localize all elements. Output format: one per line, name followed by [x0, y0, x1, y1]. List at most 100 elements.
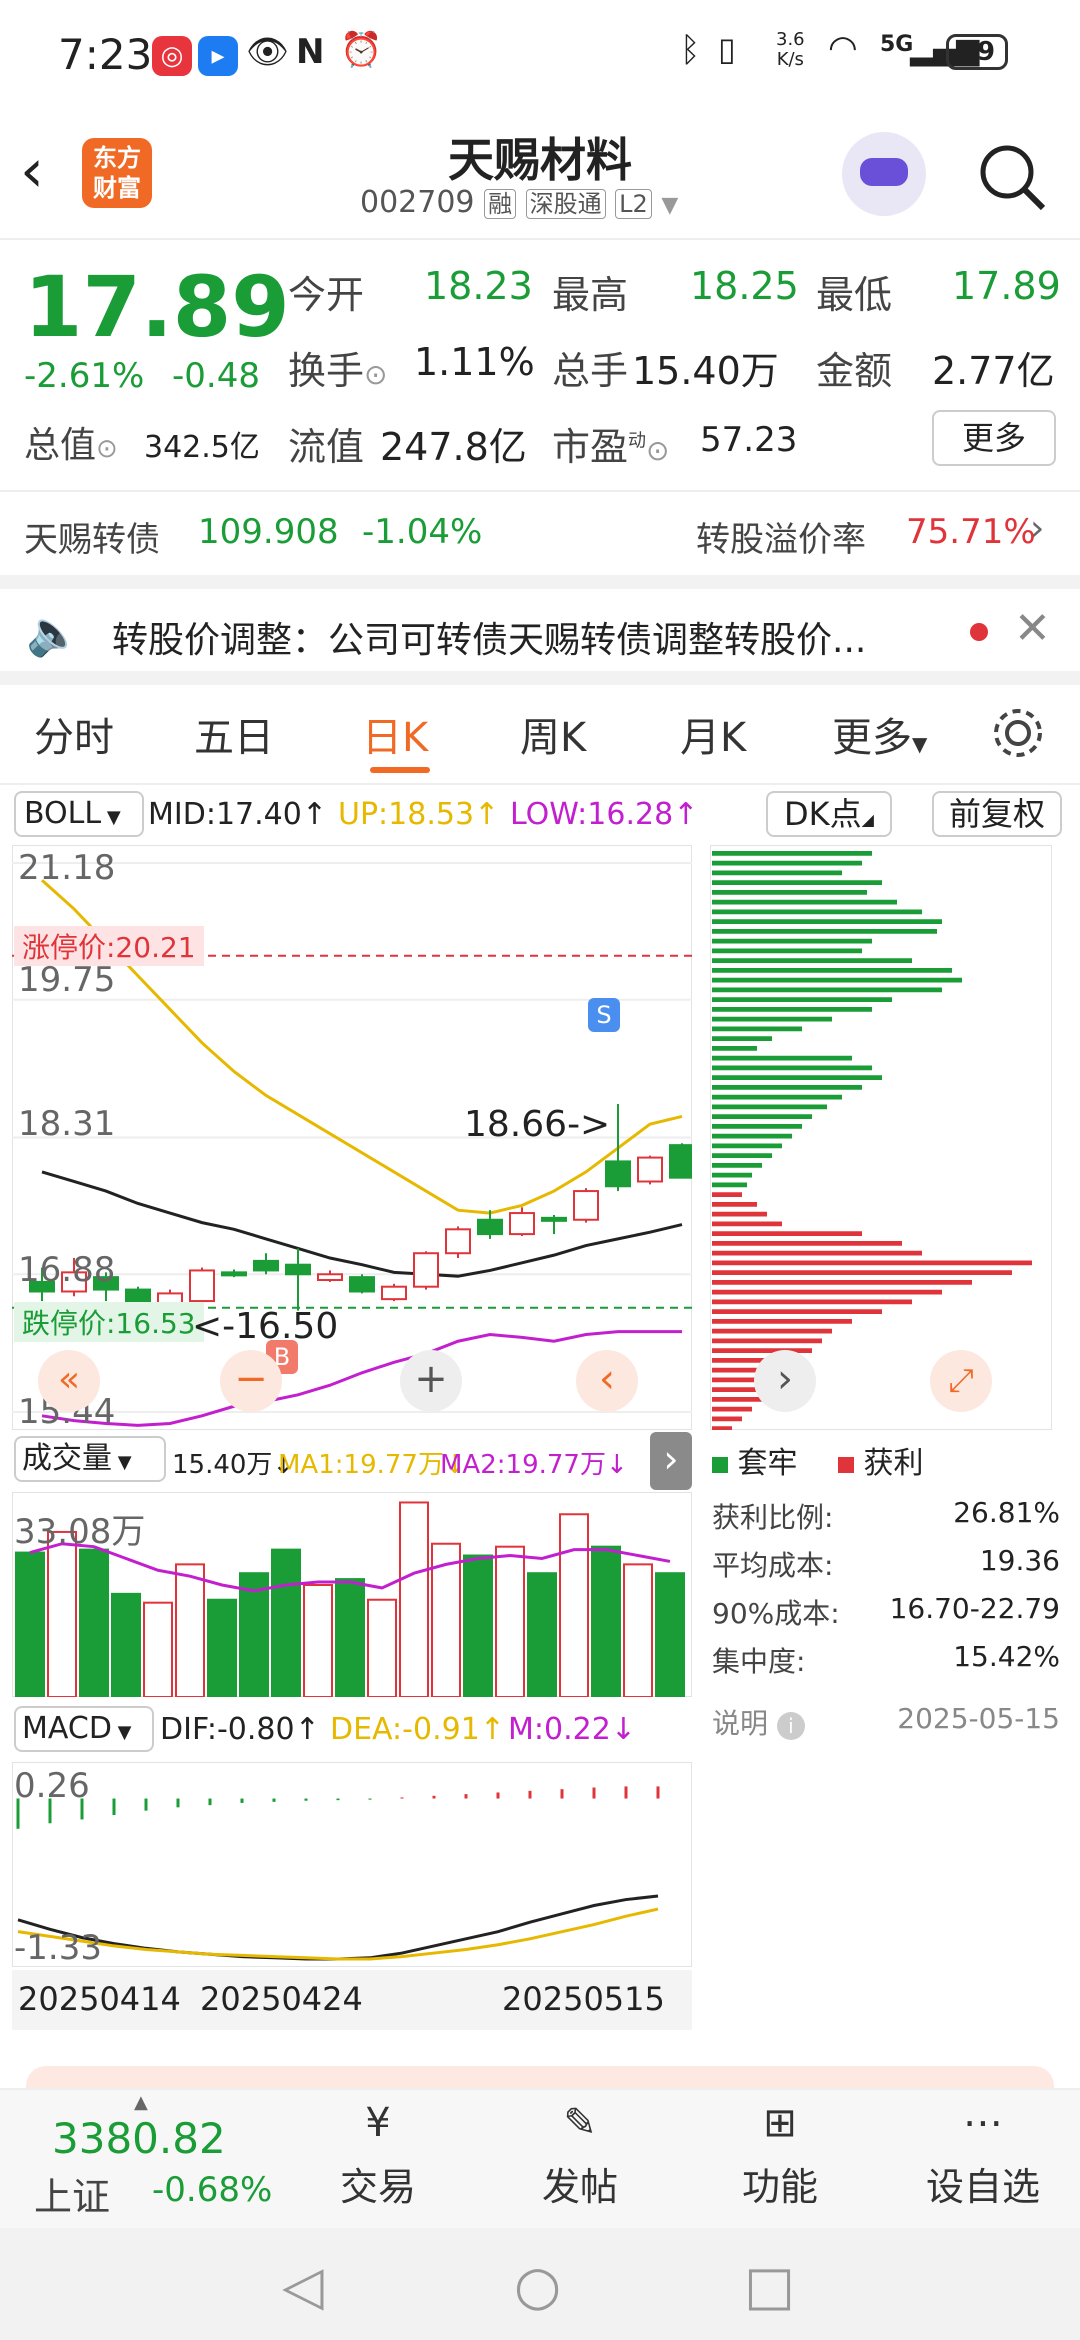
tab-monthly-k[interactable]: 月K [680, 705, 746, 763]
more-button[interactable]: 更多 [932, 410, 1056, 466]
chevron-right-icon: › [1030, 508, 1045, 549]
chip-bar [712, 1143, 782, 1149]
scroll-start-icon[interactable]: « [38, 1350, 100, 1412]
chip-bar [712, 1075, 882, 1080]
chip-bar [712, 1397, 762, 1402]
adjust-button[interactable]: 前复权 [932, 791, 1062, 837]
macd-m: M:0.22↓ [508, 1712, 636, 1747]
robot-assistant-icon[interactable] [842, 132, 926, 216]
chip-legend: 套牢 获利 [710, 1438, 1070, 1498]
function-button[interactable]: ⊞ 功能 [720, 2100, 840, 2224]
unread-dot [970, 623, 988, 641]
close-icon[interactable]: ✕ [1014, 603, 1051, 654]
chip-bar [712, 1016, 832, 1022]
premium-value: 75.71% [906, 512, 1036, 552]
legend-profit: 获利 [838, 1438, 924, 1482]
chevron-down-icon[interactable]: ▼ [661, 193, 678, 218]
chip-bar [712, 1007, 872, 1012]
chip-date: 2025-05-15 [897, 1702, 1060, 1735]
stat-label: 90%成本: [712, 1597, 840, 1630]
chip-bar [712, 1163, 762, 1168]
max-price-label: 18.66-> [464, 1104, 611, 1145]
tab-five-day[interactable]: 五日 [194, 705, 274, 763]
chip-bar [712, 1309, 882, 1314]
change-amount: -0.48 [172, 356, 260, 396]
chip-bar [712, 1241, 902, 1246]
brand-logo[interactable]: 东方财富 [82, 138, 152, 208]
chip-bar [712, 1406, 752, 1412]
trade-icon: ¥ [365, 2100, 391, 2146]
index-change[interactable]: -0.68% [152, 2170, 272, 2210]
zoom-out-icon[interactable]: − [220, 1350, 282, 1412]
volume-bar [271, 1548, 301, 1697]
tab-more[interactable]: 更多▼ [832, 705, 927, 763]
nav-recents-icon[interactable]: □ [744, 2254, 795, 2317]
zoom-in-icon[interactable]: + [400, 1350, 462, 1412]
stock-code: 002709 [360, 185, 475, 220]
last-price: 17.89 [24, 258, 290, 356]
y-axis-top: 21.18 [18, 848, 116, 888]
dk-point-button[interactable]: DK点◢ [766, 791, 892, 837]
notice-bar[interactable]: 🔈 转股价调整：公司可转债天赐转债调整转股价... ✕ [0, 575, 1080, 685]
index-value[interactable]: 3380.82 [52, 2114, 226, 2163]
chip-bar [712, 1328, 832, 1334]
search-icon[interactable] [975, 140, 1049, 214]
expand-panel-icon[interactable]: › [650, 1432, 692, 1490]
chip-bar [712, 1046, 757, 1051]
volume-indicator-bar: 成交量 ▼ 15.40万↓ MA1:19.77万↓ MA2:19.77万↓ [0, 1430, 700, 1490]
chip-bar [712, 1172, 752, 1178]
chip-bar [712, 1416, 742, 1422]
chip-bar [712, 1192, 742, 1197]
chip-stats: 获利比例: 26.81% 平均成本: 19.36 90%成本: 16.70-22… [710, 1496, 1060, 1696]
candle-body [637, 1156, 663, 1183]
volume-select[interactable]: 成交量 ▼ [14, 1436, 166, 1482]
candle-body [669, 1144, 692, 1179]
chip-bar [712, 968, 952, 973]
tab-weekly-k[interactable]: 周K [520, 705, 586, 763]
trade-button[interactable]: ¥ 交易 [318, 2100, 438, 2224]
boll-mid-line [41, 1170, 683, 1278]
date-label: 20250424 [200, 1980, 363, 2018]
mcap-value: 342.5亿 [144, 430, 260, 465]
quote-panel: 17.89 -2.61% -0.48 总值⊙ 342.5亿 今开 18.23 最… [0, 240, 1080, 490]
candle-body [285, 1263, 311, 1276]
chip-bar [712, 1026, 802, 1032]
volume-bar [175, 1563, 205, 1697]
back-icon[interactable]: ‹ [20, 136, 44, 206]
macd-dea: DEA:-0.91↑ [330, 1712, 505, 1747]
post-label: 发帖 [541, 2165, 618, 2209]
index-name[interactable]: 上证 [34, 2166, 110, 2221]
date-axis: 20250414 20250424 20250515 [12, 1970, 692, 2030]
info-icon: ⊙ [646, 434, 670, 467]
chip-bar [712, 919, 942, 924]
tab-intraday[interactable]: 分时 [34, 705, 114, 763]
macd-chart[interactable] [12, 1762, 692, 1967]
convertible-bond-row[interactable]: 天赐转债 109.908 -1.04% 转股溢价率 75.71% › [0, 490, 1080, 580]
help-link[interactable]: 说明 i [712, 1702, 805, 1742]
macd-select[interactable]: MACD ▼ [14, 1706, 154, 1752]
nav-back-icon[interactable]: ◁ [282, 2254, 324, 2317]
sell-marker[interactable]: S [588, 998, 620, 1032]
nav-home-icon[interactable]: ○ [514, 2254, 561, 2317]
chevron-up-icon[interactable]: ▲ [134, 2092, 148, 2113]
scroll-left-icon[interactable]: ‹ [576, 1350, 638, 1412]
expand-icon[interactable]: ⤢ [930, 1350, 992, 1412]
tab-daily-k[interactable]: 日K [362, 705, 428, 763]
candle-body [317, 1273, 343, 1282]
bond-change: -1.04% [362, 512, 483, 552]
promo-banner[interactable] [26, 2066, 1054, 2090]
volume-label: 总手 [552, 349, 629, 393]
min-price-label: <-16.50 [192, 1306, 339, 1347]
post-button[interactable]: ✎ 发帖 [520, 2100, 640, 2224]
boll-low: LOW:16.28↑ [510, 797, 699, 832]
candle-body [189, 1269, 215, 1303]
add-watchlist-button[interactable]: ⋯ 设自选 [908, 2100, 1058, 2224]
gear-icon[interactable] [990, 705, 1046, 761]
stat-label: 集中度: [712, 1645, 806, 1678]
scroll-right-icon[interactable]: › [754, 1350, 816, 1412]
volume-bar [335, 1578, 365, 1697]
candle-body [509, 1212, 535, 1236]
stock-code-line: 002709 融 深股通 L2 ▼ [360, 184, 678, 220]
indicator-select[interactable]: BOLL ▼ [14, 791, 144, 837]
chip-bar [712, 1094, 842, 1100]
